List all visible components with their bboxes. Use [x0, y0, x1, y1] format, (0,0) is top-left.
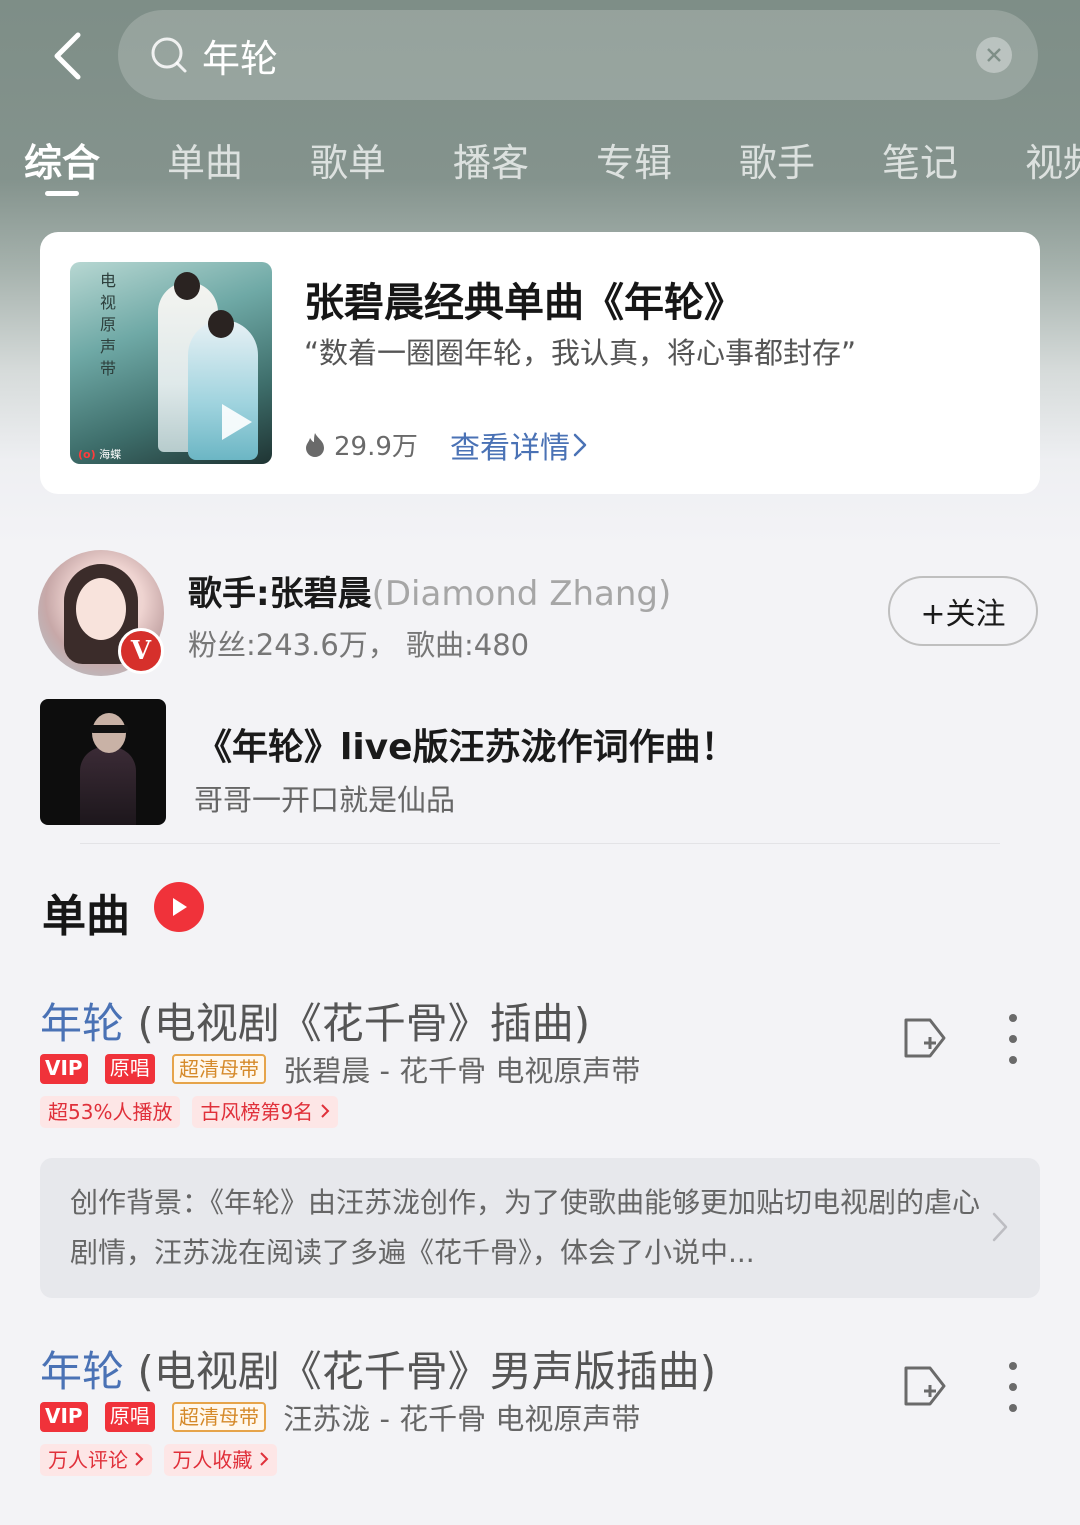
search-input[interactable]: 年轮 [202, 28, 278, 83]
thumbnail-figure [80, 747, 136, 825]
tab-albums[interactable]: 专辑 [596, 132, 672, 187]
master-quality-tag: 超清母带 [172, 1402, 267, 1432]
song-highlights: 超53%人播放 古风榜第9名 [40, 1096, 350, 1128]
creation-background-card[interactable]: 创作背景：《年轮》由汪苏泷创作，为了使歌曲能够更加贴切电视剧的虐心剧情，汪苏泷在… [40, 1158, 1040, 1298]
play-icon[interactable] [212, 400, 256, 444]
active-tab-indicator [45, 191, 79, 196]
video-thumbnail[interactable] [40, 699, 166, 825]
song-artist-album: 汪苏泷 - 花千骨 电视原声带 [283, 1402, 641, 1436]
play-all-button[interactable] [154, 882, 204, 932]
play-ratio-pill: 超53%人播放 [40, 1096, 181, 1128]
follow-button[interactable]: +关注 [888, 576, 1038, 646]
avatar-face [76, 578, 126, 640]
flame-icon [306, 432, 324, 457]
song-title[interactable]: 年轮 (电视剧《花千骨》男声版插曲) [40, 1338, 716, 1399]
video-title[interactable]: 《年轮》live版汪苏泷作词作曲！ [196, 718, 737, 770]
singer-stats: 粉丝:243.6万， 歌曲:480 [188, 628, 530, 662]
chevron-right-icon [320, 1104, 329, 1118]
vip-tag: VIP [40, 1402, 88, 1432]
close-icon [987, 48, 1001, 62]
heat-count: 29.9万 [304, 426, 418, 463]
song-highlights: 万人评论 万人收藏 [40, 1444, 289, 1476]
view-details-label: 查看详情 [450, 431, 570, 466]
cover-text: 电视原声带 [100, 271, 117, 378]
cover-figure-head [174, 272, 200, 300]
search-icon [151, 37, 187, 73]
cover-logo: (o) 海蝶 [78, 448, 122, 461]
original-tag: 原唱 [104, 1402, 155, 1432]
featured-quote: “数着一圈圈年轮，我认真，将心事都封存” [304, 336, 857, 370]
singer-name[interactable]: 歌手:张碧晨(Diamond Zhang) [188, 566, 671, 615]
tab-podcasts[interactable]: 播客 [453, 132, 529, 187]
chevron-right-icon [135, 1452, 144, 1466]
heat-value: 29.9万 [334, 432, 418, 462]
section-title: 单曲 [42, 891, 130, 942]
creation-background-text: 创作背景：《年轮》由汪苏泷创作，为了使歌曲能够更加贴切电视剧的虐心剧情，汪苏泷在… [70, 1186, 981, 1269]
album-cover[interactable]: 电视原声带 (o) 海蝶 [70, 262, 272, 464]
tab-all[interactable]: 综合 [24, 132, 100, 187]
chevron-left-icon [54, 32, 81, 80]
play-icon [173, 898, 187, 916]
vip-tag: VIP [40, 1054, 88, 1084]
more-options-icon[interactable] [1003, 1362, 1023, 1412]
chevron-right-icon [260, 1452, 269, 1466]
chevron-right-icon [992, 1212, 1008, 1242]
verified-badge: V [118, 628, 164, 674]
thumbnail-figure-head [92, 713, 126, 753]
more-options-icon[interactable] [1003, 1014, 1023, 1064]
song-meta: VIP 原唱 超清母带 张碧晨 - 花千骨 电视原声带 [40, 1048, 640, 1090]
add-to-playlist-icon[interactable] [898, 1012, 950, 1064]
tab-songs[interactable]: 单曲 [167, 132, 243, 187]
song-artist-album: 张碧晨 - 花千骨 电视原声带 [283, 1054, 641, 1088]
divider [80, 843, 1000, 844]
featured-song-card[interactable]: 电视原声带 (o) 海蝶 张碧晨经典单曲《年轮》 “数着一圈圈年轮，我认真，将心… [40, 232, 1040, 494]
original-tag: 原唱 [104, 1054, 155, 1084]
view-details-link[interactable]: 查看详情 [450, 423, 588, 467]
search-bar[interactable]: 年轮 [118, 10, 1038, 100]
tab-artists[interactable]: 歌手 [739, 132, 815, 187]
master-quality-tag: 超清母带 [172, 1054, 267, 1084]
song-title[interactable]: 年轮 (电视剧《花千骨》插曲) [40, 990, 590, 1051]
tab-notes[interactable]: 笔记 [882, 132, 958, 187]
song-meta: VIP 原唱 超清母带 汪苏泷 - 花千骨 电视原声带 [40, 1396, 640, 1438]
chart-rank-pill[interactable]: 古风榜第9名 [192, 1096, 338, 1128]
comments-pill[interactable]: 万人评论 [40, 1444, 153, 1476]
chevron-right-icon [573, 433, 587, 457]
video-subtitle: 哥哥一开口就是仙品 [194, 783, 456, 817]
tab-playlists[interactable]: 歌单 [310, 132, 386, 187]
add-to-playlist-icon[interactable] [898, 1360, 950, 1412]
category-tabs: 综合 单曲 歌单 播客 专辑 歌手 笔记 视频 [0, 132, 1080, 202]
back-button[interactable] [40, 28, 94, 84]
tab-videos[interactable]: 视频 [1025, 132, 1080, 187]
featured-title[interactable]: 张碧晨经典单曲《年轮》 [304, 270, 744, 328]
thumbnail-figure-glasses [90, 725, 128, 733]
favorites-pill[interactable]: 万人收藏 [164, 1444, 277, 1476]
cover-figure-head [208, 310, 234, 338]
clear-search-button[interactable] [976, 37, 1012, 73]
